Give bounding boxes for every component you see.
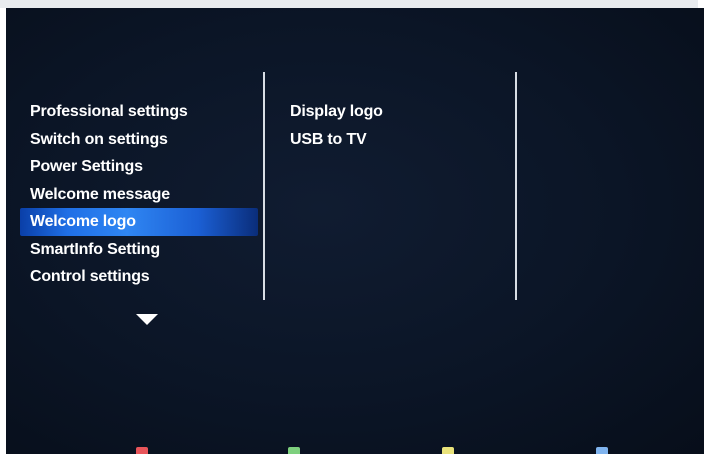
green-key-icon[interactable] bbox=[288, 447, 300, 454]
triangle-down-icon[interactable] bbox=[136, 314, 158, 325]
submenu-item-display-logo[interactable]: Display logo bbox=[290, 98, 510, 126]
yellow-key-icon[interactable] bbox=[442, 447, 454, 454]
blue-key-icon[interactable] bbox=[596, 447, 608, 454]
submenu-item-usb-to-tv[interactable]: USB to TV bbox=[290, 126, 510, 154]
tv-menu-screen: Professional settings Switch on settings… bbox=[6, 8, 704, 454]
red-key-icon[interactable] bbox=[136, 447, 148, 454]
menu-item-switch-on-settings[interactable]: Switch on settings bbox=[20, 126, 258, 154]
menu-item-welcome-message[interactable]: Welcome message bbox=[20, 181, 258, 209]
submenu: Display logo USB to TV bbox=[290, 98, 510, 153]
main-menu: Professional settings Switch on settings… bbox=[20, 98, 258, 291]
menu-item-control-settings[interactable]: Control settings bbox=[20, 263, 258, 291]
menu-item-professional-settings[interactable]: Professional settings bbox=[20, 98, 258, 126]
screen-frame: Professional settings Switch on settings… bbox=[0, 0, 708, 454]
column-divider-left bbox=[263, 72, 265, 300]
menu-item-smartinfo-setting[interactable]: SmartInfo Setting bbox=[20, 236, 258, 264]
menu-item-welcome-logo[interactable]: Welcome logo bbox=[20, 208, 258, 236]
column-divider-right bbox=[515, 72, 517, 300]
top-bezel bbox=[0, 0, 698, 8]
menu-item-power-settings[interactable]: Power Settings bbox=[20, 153, 258, 181]
